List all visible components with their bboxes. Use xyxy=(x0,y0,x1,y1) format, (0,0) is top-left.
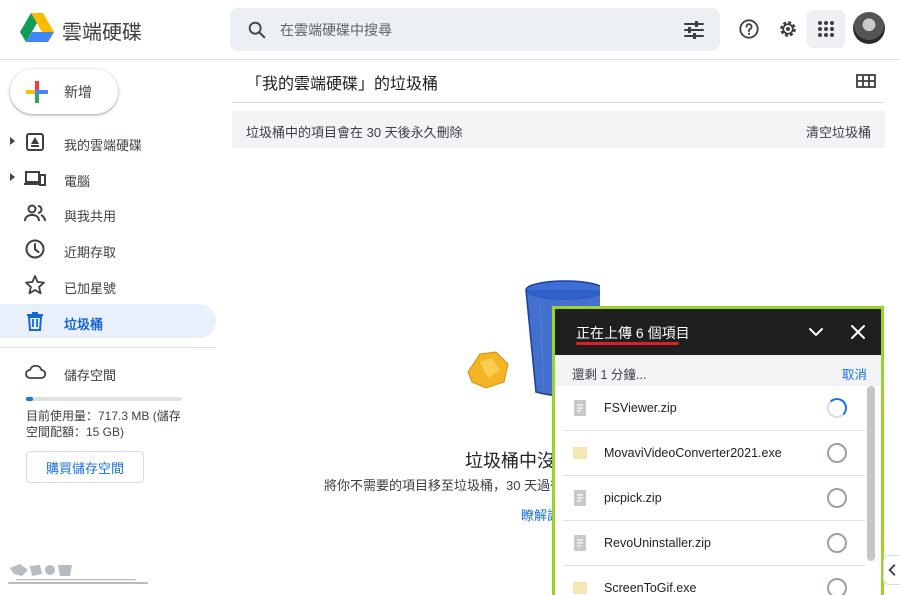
exe-file-icon xyxy=(573,447,587,459)
trash-retention-message: 垃圾桶中的項目會在 30 天後永久刪除 xyxy=(246,125,463,140)
upload-row[interactable]: FSViewer.zip xyxy=(563,386,865,431)
upload-file-list: FSViewer.zip MovaviVideoConverter2021.ex… xyxy=(555,386,865,595)
star-icon xyxy=(25,275,45,295)
sidebar-item-label: 我的雲端硬碟 xyxy=(64,138,143,153)
my-drive-icon xyxy=(26,133,44,151)
search-icon[interactable] xyxy=(246,19,268,41)
upload-title: 正在上傳 6 個項目 xyxy=(576,325,690,341)
empty-trash-button[interactable]: 清空垃圾桶 xyxy=(806,122,871,141)
avatar[interactable] xyxy=(853,12,885,44)
pending-circle-icon xyxy=(827,578,847,595)
grid-view-icon[interactable] xyxy=(855,70,877,92)
upload-title-underline xyxy=(576,342,679,345)
trash-banner: 垃圾桶中的項目會在 30 天後永久刪除 清空垃圾桶 xyxy=(232,111,885,148)
upload-status-bar: 還剩 1 分鐘... 取消 xyxy=(555,355,881,386)
upload-row[interactable]: picpick.zip xyxy=(563,476,865,521)
computers-icon xyxy=(24,171,46,186)
main-divider xyxy=(232,102,884,103)
apps-grid-icon xyxy=(818,21,834,37)
expand-caret-icon[interactable] xyxy=(10,137,15,145)
upload-panel-header: 正在上傳 6 個項目 xyxy=(555,309,881,355)
sidebar-item-shared[interactable]: 與我共用 xyxy=(0,196,216,230)
watermark-logo xyxy=(8,564,148,584)
sidebar-item-label: 儲存空間 xyxy=(64,368,117,383)
sidebar-item-my-drive[interactable]: 我的雲端硬碟 xyxy=(0,125,216,159)
recent-icon xyxy=(25,239,45,259)
sidebar-item-starred[interactable]: 已加星號 xyxy=(0,268,216,302)
file-name: FSViewer.zip xyxy=(604,401,677,415)
cloud-icon xyxy=(25,364,46,379)
sidebar-item-label: 電腦 xyxy=(64,174,91,189)
cancel-upload-button[interactable]: 取消 xyxy=(842,364,867,383)
new-button-label: 新增 xyxy=(64,83,92,100)
plus-icon xyxy=(26,80,48,103)
side-panel-toggle-icon[interactable] xyxy=(883,555,900,585)
sidebar-item-recent[interactable]: 近期存取 xyxy=(0,232,216,266)
settings-button[interactable] xyxy=(773,14,803,44)
upload-row[interactable]: ScreenToGif.exe xyxy=(563,566,865,595)
pending-circle-icon xyxy=(827,488,847,508)
file-name: MovaviVideoConverter2021.exe xyxy=(604,446,782,460)
upload-spinner-icon xyxy=(827,398,847,418)
zip-file-icon xyxy=(574,535,586,551)
search-bar[interactable] xyxy=(230,8,720,51)
search-input[interactable] xyxy=(280,19,660,41)
pending-circle-icon xyxy=(827,443,847,463)
upload-row[interactable]: MovaviVideoConverter2021.exe xyxy=(563,431,865,476)
drive-logo-icon[interactable] xyxy=(20,13,54,43)
file-name: ScreenToGif.exe xyxy=(604,581,697,595)
storage-progress-bar xyxy=(26,397,182,401)
upload-row[interactable]: RevoUninstaller.zip xyxy=(563,521,865,566)
sidebar-item-label: 垃圾桶 xyxy=(64,317,104,332)
zip-file-icon xyxy=(574,490,586,506)
sidebar-item-storage[interactable]: 儲存空間 xyxy=(0,355,216,389)
shared-with-me-icon xyxy=(24,204,46,222)
new-button[interactable]: 新增 xyxy=(10,69,118,114)
file-name: RevoUninstaller.zip xyxy=(604,536,711,550)
storage-usage-text: 目前使用量：717.3 MB (儲存空間配額：15 GB) xyxy=(26,409,181,439)
storage-progress-fill xyxy=(26,397,34,401)
trash-icon xyxy=(27,312,43,331)
sidebar-item-trash[interactable]: 垃圾桶 xyxy=(0,304,216,338)
exe-file-icon xyxy=(573,582,587,594)
empty-state-description: 將你不需要的項目移至垃圾桶，30 天過後 xyxy=(324,478,564,493)
chevron-down-icon[interactable] xyxy=(807,323,825,341)
zip-file-icon xyxy=(574,400,586,416)
page-title: 「我的雲端硬碟」的垃圾桶 xyxy=(246,76,439,93)
expand-caret-icon[interactable] xyxy=(10,173,15,181)
sidebar-item-label: 與我共用 xyxy=(64,209,117,224)
file-name: picpick.zip xyxy=(604,491,662,505)
help-icon xyxy=(739,19,759,39)
pending-circle-icon xyxy=(827,533,847,553)
buy-storage-button[interactable]: 購買儲存空間 xyxy=(26,451,144,483)
help-button[interactable] xyxy=(734,14,764,44)
sidebar-item-computers[interactable]: 電腦 xyxy=(0,161,216,195)
sidebar-divider xyxy=(0,347,216,348)
sidebar-item-label: 已加星號 xyxy=(64,281,117,296)
upload-progress-panel: 正在上傳 6 個項目 還剩 1 分鐘... 取消 FSViewer.zip Mo… xyxy=(552,306,884,595)
search-options-icon[interactable] xyxy=(682,18,706,42)
close-icon[interactable] xyxy=(849,323,867,341)
sidebar-item-label: 近期存取 xyxy=(64,245,117,260)
apps-button[interactable] xyxy=(807,10,845,48)
upload-list-scrollbar[interactable] xyxy=(867,386,875,561)
top-header: 雲端硬碟 xyxy=(0,0,900,60)
gear-icon xyxy=(780,21,796,37)
app-title[interactable]: 雲端硬碟 xyxy=(62,16,142,45)
time-remaining: 還剩 1 分鐘... xyxy=(572,368,647,382)
